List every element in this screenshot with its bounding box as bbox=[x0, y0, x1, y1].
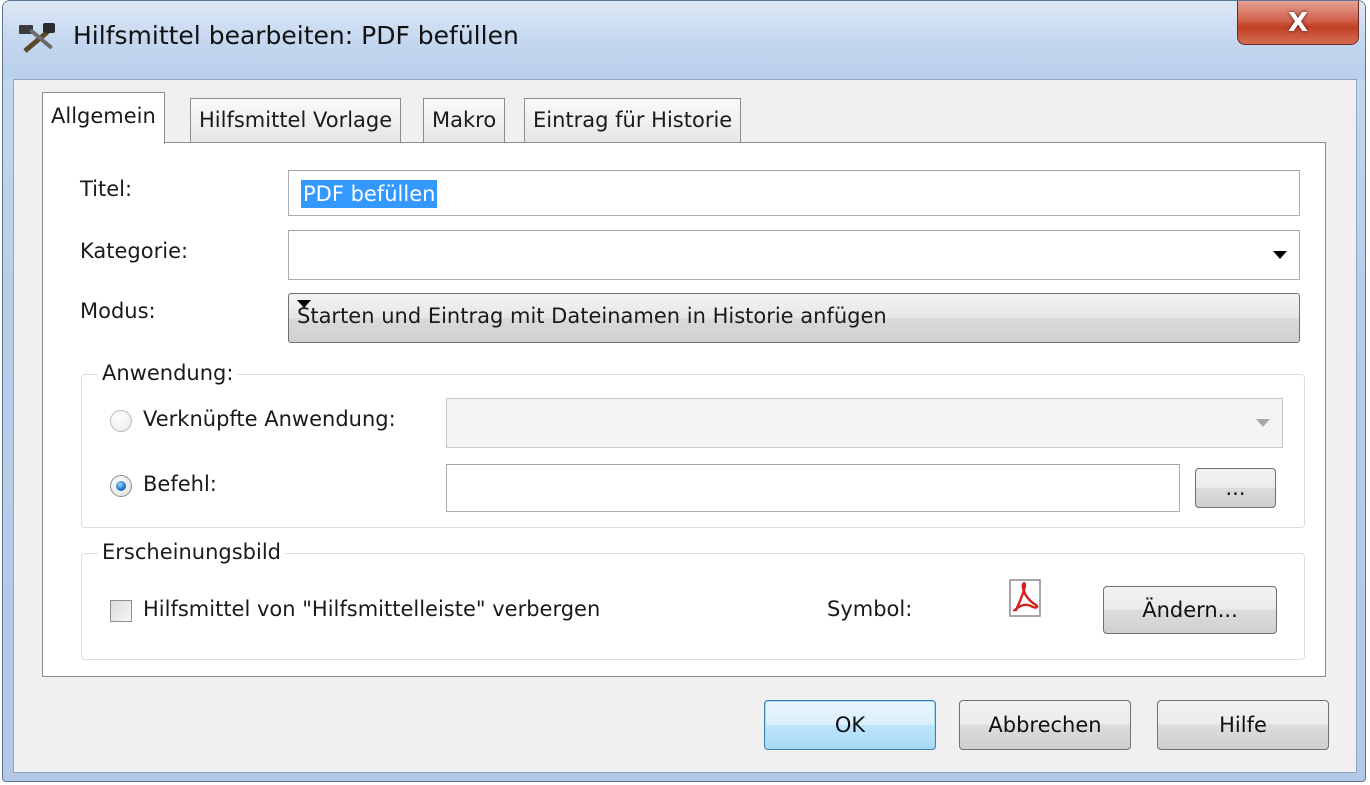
browse-button[interactable]: ... bbox=[1195, 468, 1276, 508]
dialog-window: Hilfsmittel bearbeiten: PDF befüllen X A… bbox=[2, 0, 1366, 782]
title-input[interactable]: PDF befüllen bbox=[288, 170, 1300, 216]
tools-icon bbox=[19, 23, 55, 53]
change-symbol-button[interactable]: Ändern... bbox=[1103, 586, 1277, 634]
hide-from-toolbar-checkbox[interactable] bbox=[110, 600, 132, 622]
title-bar[interactable]: Hilfsmittel bearbeiten: PDF befüllen X bbox=[3, 1, 1365, 79]
mode-label: Modus: bbox=[80, 299, 156, 323]
chevron-down-icon bbox=[297, 300, 311, 308]
command-label[interactable]: Befehl: bbox=[143, 472, 217, 496]
linked-app-label[interactable]: Verknüpfte Anwendung: bbox=[143, 407, 396, 431]
category-label: Kategorie: bbox=[80, 239, 189, 263]
mode-value: Starten und Eintrag mit Dateinamen in Hi… bbox=[297, 304, 887, 328]
ok-button[interactable]: OK bbox=[764, 700, 936, 750]
linked-app-radio[interactable] bbox=[110, 410, 132, 432]
hide-from-toolbar-label[interactable]: Hilfsmittel von "Hilfsmittelleiste" verb… bbox=[143, 597, 600, 621]
help-button[interactable]: Hilfe bbox=[1157, 700, 1329, 750]
tab-allgemein[interactable]: Allgemein bbox=[42, 92, 165, 144]
tab-makro[interactable]: Makro bbox=[423, 98, 506, 142]
application-group-title: Anwendung: bbox=[98, 361, 238, 385]
linked-app-combobox[interactable] bbox=[446, 398, 1283, 448]
title-input-value: PDF befüllen bbox=[301, 180, 438, 208]
tab-eintrag-fuer-historie[interactable]: Eintrag für Historie bbox=[524, 98, 742, 142]
tab-hilfsmittel-vorlage[interactable]: Hilfsmittel Vorlage bbox=[190, 98, 402, 142]
title-label: Titel: bbox=[80, 177, 133, 201]
chevron-down-icon bbox=[1273, 251, 1287, 259]
command-radio[interactable] bbox=[110, 475, 132, 497]
symbol-label: Symbol: bbox=[827, 597, 913, 621]
close-icon: X bbox=[1287, 7, 1309, 38]
chevron-down-icon bbox=[1256, 419, 1270, 427]
appearance-group-title: Erscheinungsbild bbox=[98, 540, 285, 564]
mode-select[interactable]: Starten und Eintrag mit Dateinamen in Hi… bbox=[288, 293, 1300, 343]
command-input[interactable] bbox=[446, 464, 1180, 512]
close-button[interactable]: X bbox=[1237, 1, 1359, 45]
dialog-client-area: Allgemein Hilfsmittel Vorlage Makro Eint… bbox=[13, 79, 1357, 773]
cancel-button[interactable]: Abbrechen bbox=[959, 700, 1131, 750]
tab-panel-allgemein: Titel: PDF befüllen Kategorie: Modus: St… bbox=[42, 142, 1326, 677]
pdf-icon bbox=[1009, 579, 1041, 617]
window-title: Hilfsmittel bearbeiten: PDF befüllen bbox=[73, 21, 519, 50]
category-combobox[interactable] bbox=[288, 230, 1300, 280]
